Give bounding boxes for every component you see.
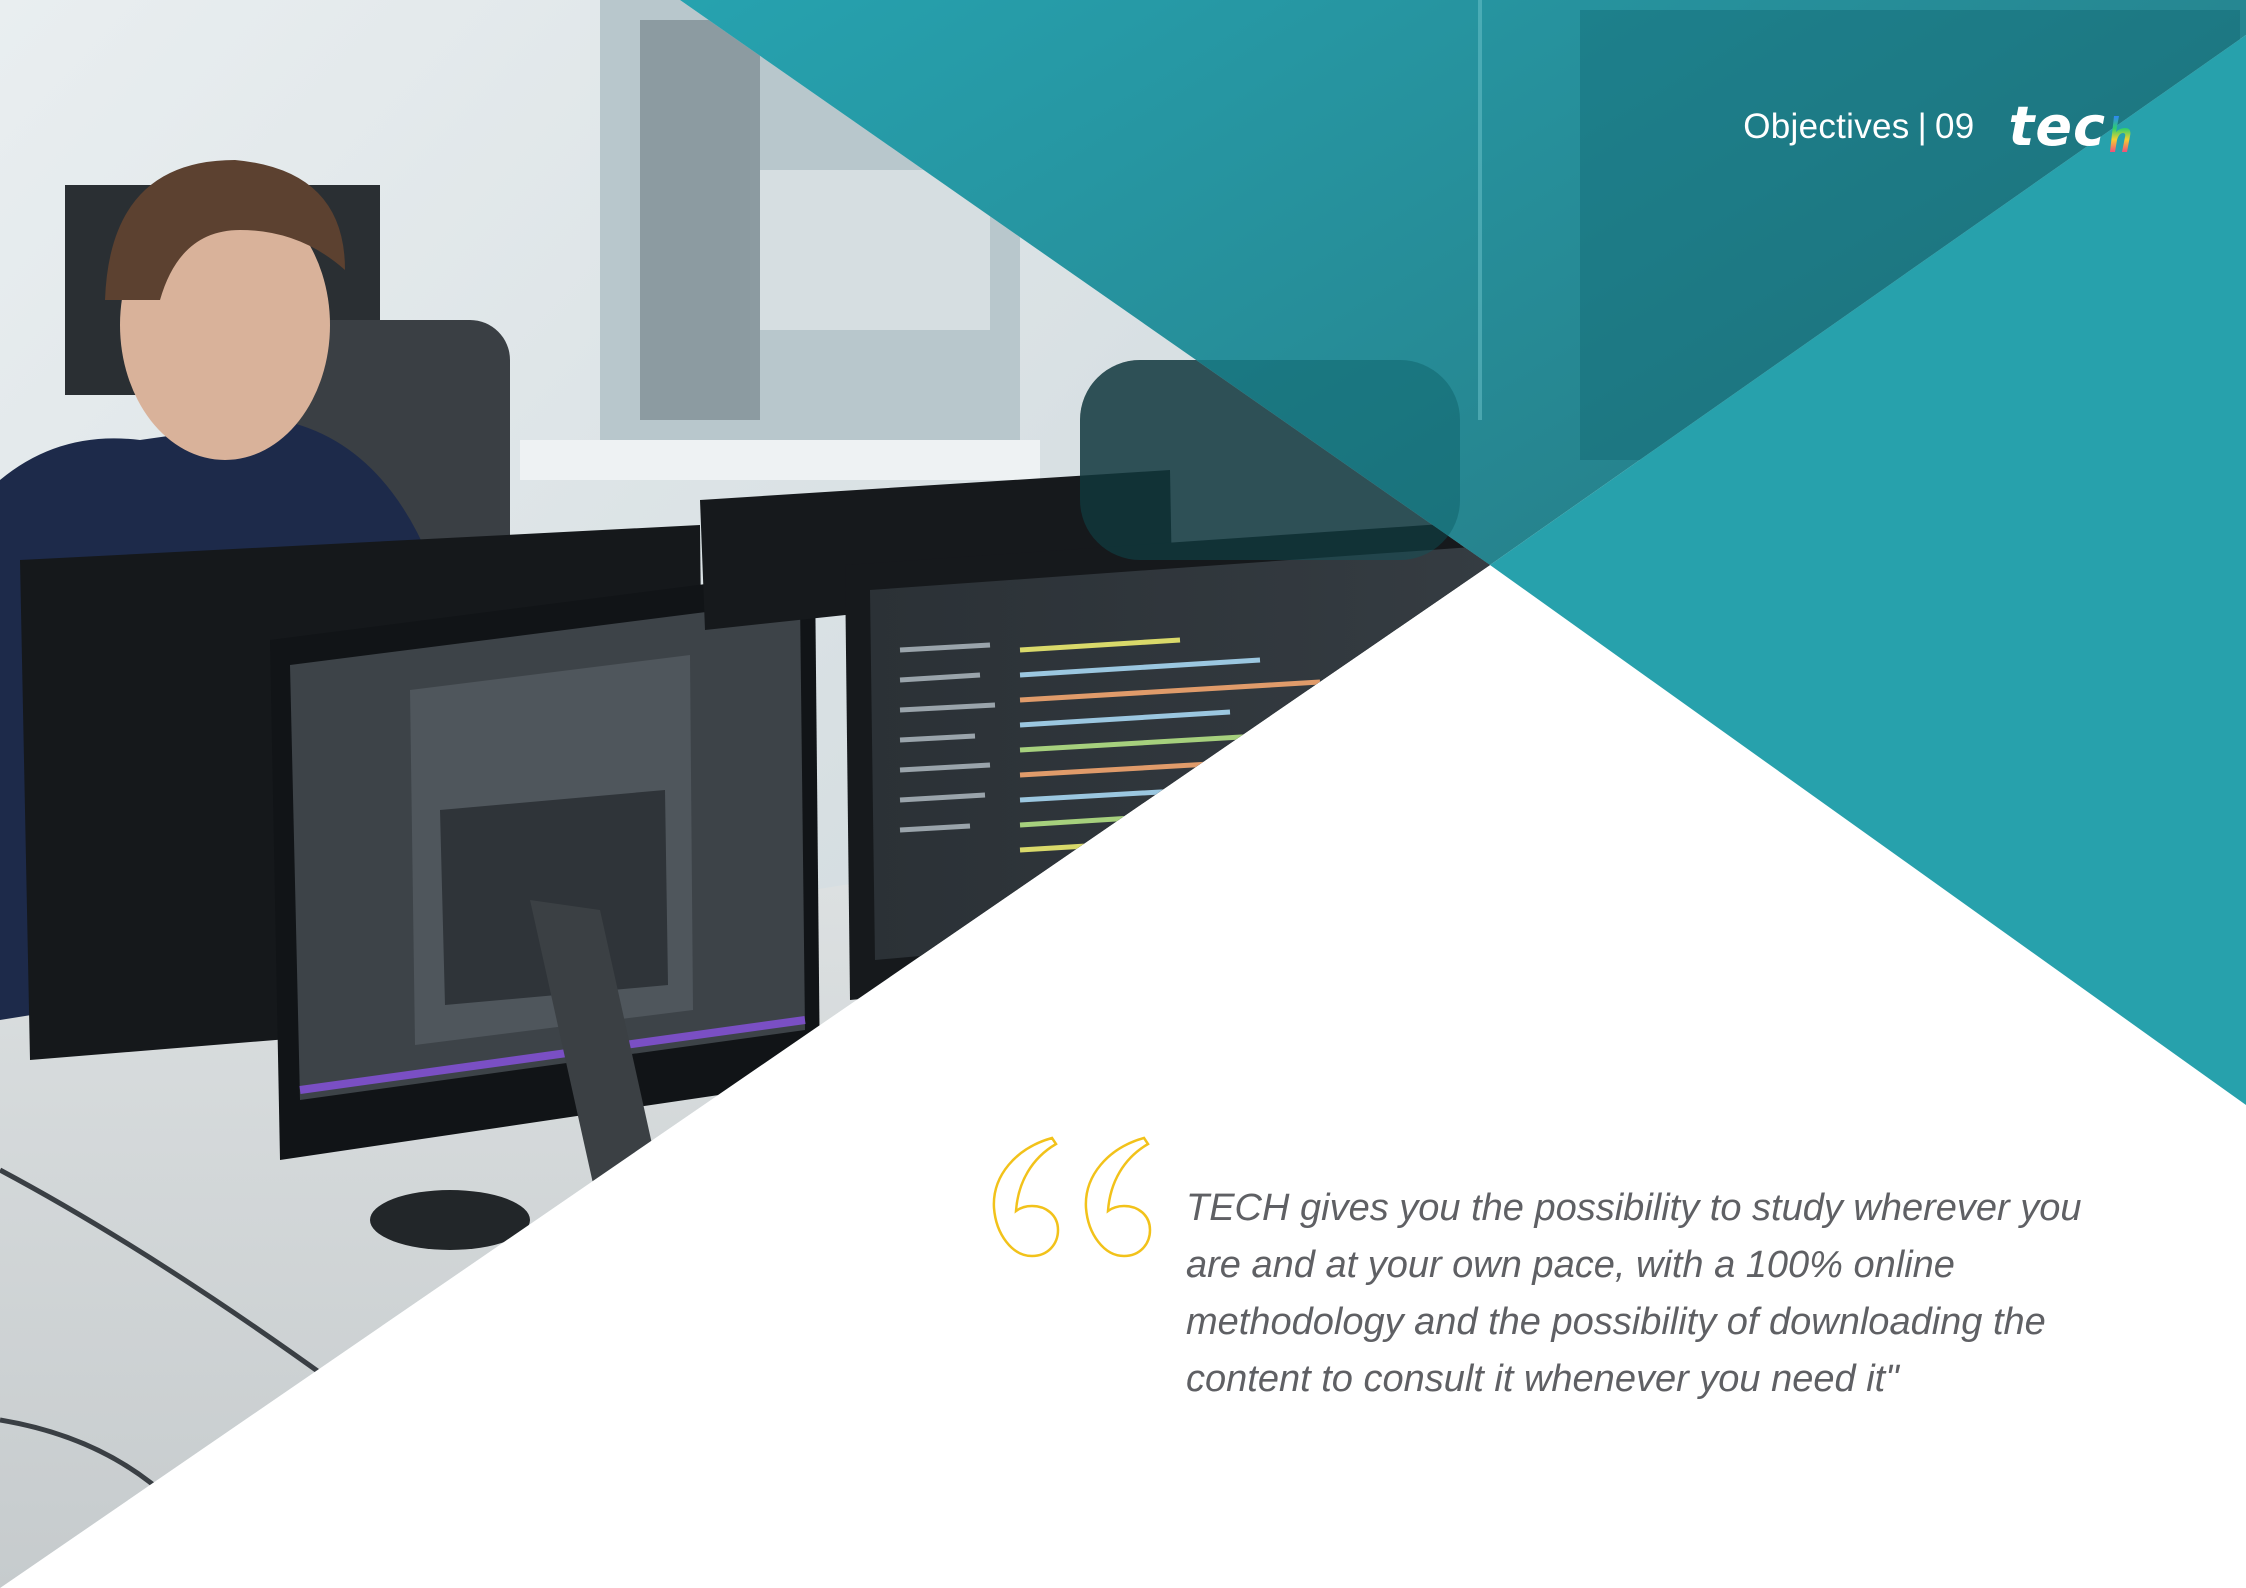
quote-text: TECH gives you the possibility to study …: [1186, 1187, 2082, 1400]
section-page-label: Objectives | 09: [1743, 107, 1974, 147]
page-number: 09: [1935, 107, 1975, 146]
page-header: Objectives | 09 tec: [1743, 100, 2136, 154]
header-separator: |: [1917, 107, 1928, 146]
logo-text: tec: [2008, 95, 2106, 158]
open-quote-icon: [992, 1136, 1152, 1258]
tech-h-gradient-logo-icon: [2110, 116, 2131, 152]
section-title: Objectives: [1743, 107, 1910, 146]
brochure-page: Objectives | 09 tec TECH gives you the p…: [0, 0, 2246, 1588]
tech-logo: tec: [2009, 100, 2136, 154]
